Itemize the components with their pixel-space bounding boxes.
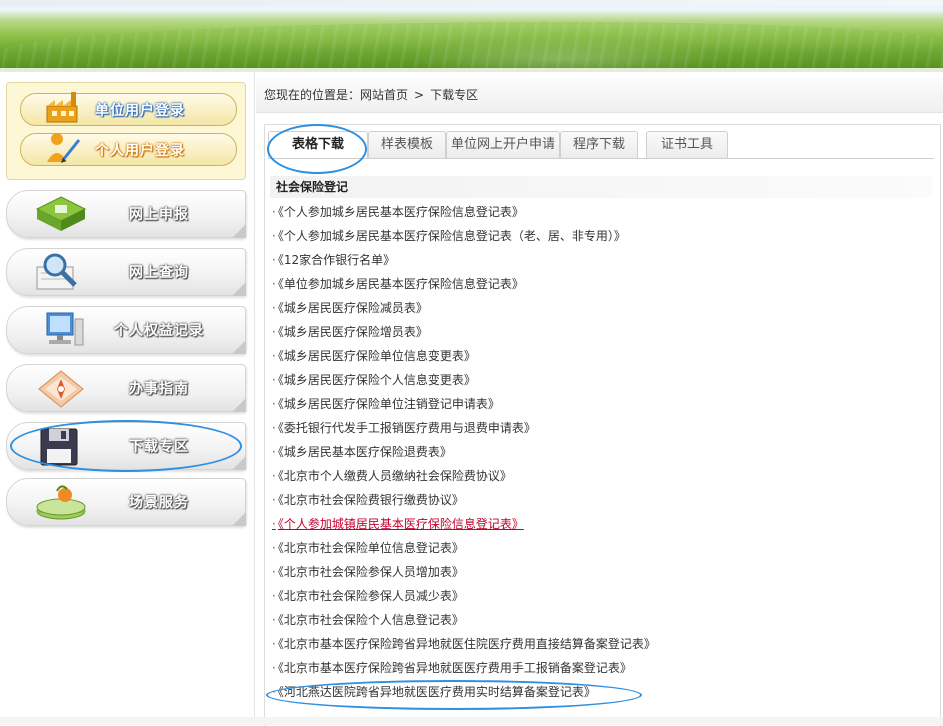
tab-certificate-tools[interactable]: 证书工具: [646, 131, 728, 158]
breadcrumb-prefix: 您现在的位置是：: [264, 88, 361, 102]
breadcrumb-current: 下载专区: [430, 88, 479, 102]
file-link[interactable]: · 《北京市社会保险参保人员增加表》: [272, 560, 932, 584]
nav-label: 网上查询: [129, 265, 189, 281]
file-link[interactable]: · 《12家合作银行名单》: [272, 248, 932, 272]
compass-icon: [38, 370, 84, 408]
floppy-disk-icon: [40, 428, 78, 466]
nav-label: 场景服务: [129, 495, 189, 511]
file-link[interactable]: · 《城乡居民医疗保险增员表》: [272, 320, 932, 344]
file-link[interactable]: · 《城乡居民医疗保险单位注销登记申请表》: [272, 392, 932, 416]
nav-service-guide[interactable]: 办事指南: [6, 364, 246, 412]
file-link-hovered[interactable]: · 《个人参加城镇居民基本医疗保险信息登记表》: [272, 512, 932, 536]
breadcrumb-home-link[interactable]: 网站首页: [360, 88, 408, 102]
file-link[interactable]: · 《北京市基本医疗保险跨省异地就医医疗费用手工报销备案登记表》: [272, 656, 932, 680]
file-link[interactable]: · 《城乡居民医疗保险个人信息变更表》: [272, 368, 932, 392]
nav-online-declare[interactable]: 网上申报: [6, 190, 246, 238]
file-link[interactable]: · 《城乡居民医疗保险减员表》: [272, 296, 932, 320]
computer-icon: [46, 312, 84, 346]
scene-icon: [36, 485, 86, 520]
nav-scene-service[interactable]: 场景服务: [6, 478, 246, 526]
unit-user-login-label: 单位用户登录: [95, 103, 185, 119]
section-title: 社会保险登记: [276, 180, 349, 194]
file-link[interactable]: · 《委托银行代发手工报销医疗费用与退费申请表》: [272, 416, 932, 440]
tab-unit-account-application[interactable]: 单位网上开户申请: [446, 131, 560, 158]
header-banner: [0, 0, 943, 68]
file-link[interactable]: · 《城乡居民基本医疗保险退费表》: [272, 440, 932, 464]
tab-program-download[interactable]: 程序下载: [560, 131, 638, 158]
file-link[interactable]: · 《河北燕达医院跨省异地就医医疗费用实时结算备案登记表》: [272, 680, 932, 704]
magnifier-icon: [36, 253, 77, 290]
personal-user-login-button[interactable]: 个人用户登录: [20, 133, 237, 166]
nav-label: 下载专区: [129, 439, 189, 455]
file-link[interactable]: · 《北京市社会保险单位信息登记表》: [272, 536, 932, 560]
file-link[interactable]: · 《单位参加城乡居民基本医疗保险信息登记表》: [272, 272, 932, 296]
nav-label: 办事指南: [129, 381, 189, 397]
file-link[interactable]: · 《北京市社会保险参保人员减少表》: [272, 584, 932, 608]
tab-sample-templates[interactable]: 样表模板: [368, 131, 446, 158]
breadcrumb: 您现在的位置是：网站首页 > 下载专区: [256, 78, 943, 113]
section-header: 社会保险登记: [270, 176, 932, 198]
nav-online-query[interactable]: 网上查询: [6, 248, 246, 296]
file-link[interactable]: · 《北京市社会保险个人信息登记表》: [272, 608, 932, 632]
unit-user-login-button[interactable]: 单位用户登录: [20, 92, 237, 126]
file-list: · 《个人参加城乡居民基本医疗保险信息登记表》 · 《个人参加城乡居民基本医疗保险信…: [272, 200, 932, 704]
breadcrumb-separator: >: [414, 88, 425, 102]
file-link[interactable]: · 《北京市基本医疗保险跨省异地就医住院医疗费用直接结算备案登记表》: [272, 632, 932, 656]
online-declare-icon: [35, 196, 87, 231]
sidebar: 单位用户登录 个人用户登录 网上申报 网上查询 个人权益记录 办事指南 下载专区…: [0, 72, 252, 725]
file-link[interactable]: · 《个人参加城乡居民基本医疗保险信息登记表（老、居、非专用）》: [272, 224, 932, 248]
person-pen-icon: [47, 133, 81, 163]
grassland-image: [0, 22, 943, 68]
file-link[interactable]: · 《城乡居民医疗保险单位信息变更表》: [272, 344, 932, 368]
file-link[interactable]: · 《北京市个人缴费人员缴纳社会保险费协议》: [272, 464, 932, 488]
login-panel: 单位用户登录 个人用户登录: [6, 82, 246, 180]
personal-user-login-label: 个人用户登录: [95, 143, 185, 159]
file-link[interactable]: · 《个人参加城乡居民基本医疗保险信息登记表》: [272, 200, 932, 224]
nav-label: 个人权益记录: [114, 323, 204, 339]
nav-download-zone[interactable]: 下载专区: [6, 422, 246, 470]
tab-form-download[interactable]: 表格下载: [268, 131, 368, 159]
file-link[interactable]: · 《北京市社会保险费银行缴费协议》: [272, 488, 932, 512]
nav-personal-records[interactable]: 个人权益记录: [6, 306, 246, 354]
factory-icon: [46, 92, 78, 123]
nav-label: 网上申报: [129, 207, 189, 223]
